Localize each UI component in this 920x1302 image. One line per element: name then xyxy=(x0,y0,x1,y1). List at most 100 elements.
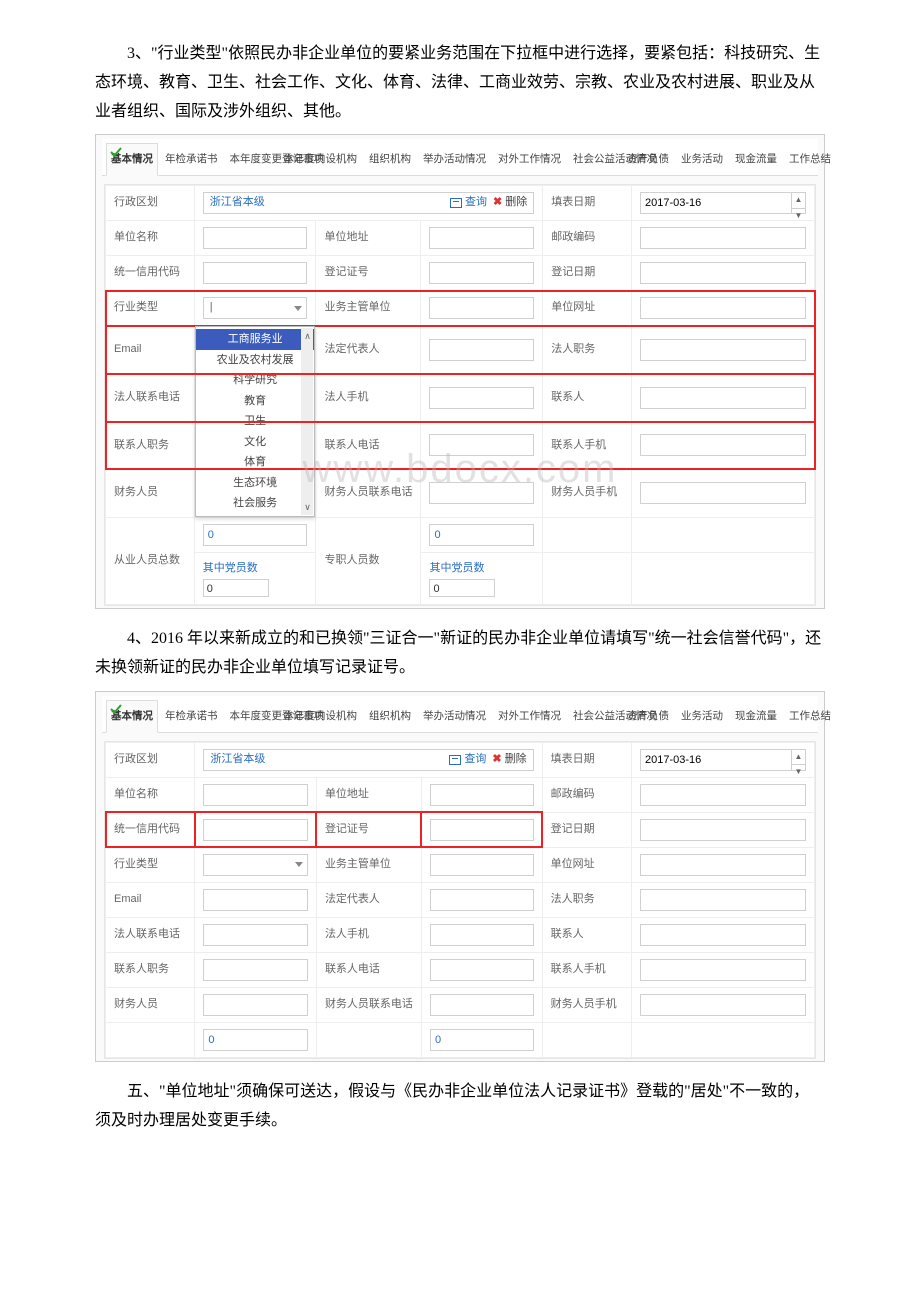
reg-date-input[interactable] xyxy=(640,262,806,284)
tab-cash[interactable]: 现金流量 xyxy=(730,143,782,175)
tab-business[interactable]: 业务活动 xyxy=(676,143,728,175)
party-sub-input[interactable]: 0 xyxy=(203,579,269,597)
unit-name-input[interactable] xyxy=(203,784,308,806)
contact-mobile-input[interactable] xyxy=(640,959,806,981)
region-value: 浙江省本级 xyxy=(210,750,265,770)
dropdown-option[interactable]: 教育 xyxy=(196,391,315,412)
tab-summary[interactable]: 工作总结 xyxy=(784,143,836,175)
tab-org[interactable]: 组织机构 xyxy=(364,700,416,732)
finance-phone-input[interactable] xyxy=(429,482,534,504)
tab-pledge[interactable]: 年检承诺书 xyxy=(160,143,223,175)
chevron-up-icon[interactable]: ▲ xyxy=(792,750,805,765)
supervisor-input[interactable] xyxy=(430,854,534,876)
tab-pledge[interactable]: 年检承诺书 xyxy=(160,700,223,732)
tab-assets[interactable]: 资产负债 xyxy=(622,700,674,732)
tab-activity[interactable]: 举办活动情况 xyxy=(418,143,491,175)
tab-welfare[interactable]: 社会公益活动情况 xyxy=(568,143,620,175)
tab-external[interactable]: 对外工作情况 xyxy=(493,700,566,732)
chevron-up-icon[interactable]: ▲ xyxy=(792,193,805,208)
chevron-down-icon[interactable]: ▼ xyxy=(792,765,805,779)
unit-addr-input[interactable] xyxy=(430,784,534,806)
staff-total-input[interactable] xyxy=(203,1029,308,1051)
unit-name-input[interactable] xyxy=(203,227,308,249)
tab-change[interactable]: 本年度变更登记事项 xyxy=(225,700,277,732)
chevron-up-icon: ∧ xyxy=(304,328,311,344)
tab-cash[interactable]: 现金流量 xyxy=(730,700,782,732)
tab-assets[interactable]: 资产负债 xyxy=(622,143,674,175)
legal-phone-input[interactable] xyxy=(203,924,308,946)
tab-welfare[interactable]: 社会公益活动情况 xyxy=(568,700,620,732)
dropdown-option[interactable]: 科学研究 xyxy=(196,370,315,391)
finance-phone-input[interactable] xyxy=(430,994,534,1016)
finance-mobile-input[interactable] xyxy=(640,994,806,1016)
reg-date-input[interactable] xyxy=(640,819,806,841)
legal-title-input[interactable] xyxy=(640,889,806,911)
website-input[interactable] xyxy=(640,854,806,876)
email-input[interactable] xyxy=(203,889,308,911)
website-input[interactable] xyxy=(640,297,806,319)
contact-input[interactable] xyxy=(640,924,806,946)
finance-input[interactable] xyxy=(203,994,308,1016)
tab-change[interactable]: 本年度变更登记事项 xyxy=(225,143,277,175)
staff-total-input[interactable] xyxy=(203,524,308,546)
legal-rep-input[interactable] xyxy=(429,339,534,361)
credit-code-input[interactable] xyxy=(203,262,308,284)
label-fill-date: 填表日期 xyxy=(542,742,631,777)
scrollbar[interactable]: ∧∨ xyxy=(301,328,313,515)
tab-basic[interactable]: 基本情况 xyxy=(106,143,158,176)
fulltime-input[interactable] xyxy=(429,524,534,546)
fill-date-input[interactable]: ▲▼ xyxy=(640,192,806,214)
dropdown-option[interactable]: 文化 xyxy=(196,432,315,453)
form-table: 行政区划 浙江省本级 查询 ✖删除 填表日期 ▲▼ xyxy=(105,742,815,1058)
query-button[interactable]: 查询 xyxy=(450,193,487,213)
dropdown-option[interactable]: 卫生 xyxy=(196,411,315,432)
chevron-down-icon[interactable]: ▼ xyxy=(792,209,805,223)
industry-dropdown[interactable]: 工商服务业 农业及农村发展 科学研究 教育 卫生 文化 体育 生态环境 社会服务… xyxy=(195,326,316,517)
unit-addr-input[interactable] xyxy=(429,227,534,249)
supervisor-input[interactable] xyxy=(429,297,534,319)
delete-button[interactable]: ✖删除 xyxy=(492,750,526,770)
label-reg-date: 登记日期 xyxy=(542,812,631,847)
label-contact-phone: 联系人电话 xyxy=(316,952,421,987)
tab-business[interactable]: 业务活动 xyxy=(676,700,728,732)
dropdown-option[interactable]: 体育 xyxy=(196,452,315,473)
fulltime-input[interactable] xyxy=(430,1029,534,1051)
tab-external[interactable]: 对外工作情况 xyxy=(493,143,566,175)
label-unit-name: 单位名称 xyxy=(106,777,195,812)
contact-mobile-input[interactable] xyxy=(640,434,806,456)
post-code-input[interactable] xyxy=(640,227,806,249)
dropdown-option[interactable]: 社会服务 xyxy=(196,493,315,514)
industry-combo[interactable] xyxy=(203,854,308,876)
party-sub-input[interactable]: 0 xyxy=(429,579,495,597)
legal-title-input[interactable] xyxy=(640,339,806,361)
finance-mobile-input[interactable] xyxy=(640,482,806,504)
reg-no-input[interactable] xyxy=(429,262,534,284)
contact-phone-input[interactable] xyxy=(429,434,534,456)
tab-internal[interactable]: 本年度内设机构 xyxy=(279,143,363,175)
post-code-input[interactable] xyxy=(640,784,806,806)
query-icon xyxy=(450,198,462,208)
label-contact-phone: 联系人电话 xyxy=(316,422,421,470)
industry-combo[interactable]: | xyxy=(203,297,308,319)
legal-mobile-input[interactable] xyxy=(430,924,534,946)
fill-date-input[interactable]: ▲▼ xyxy=(640,749,806,771)
label-finance-phone: 财务人员联系电话 xyxy=(316,987,421,1022)
contact-phone-input[interactable] xyxy=(430,959,534,981)
contact-title-input[interactable] xyxy=(203,959,308,981)
label-reg-no: 登记证号 xyxy=(316,812,421,847)
dropdown-option[interactable]: 农业及农村发展 xyxy=(196,350,315,371)
tab-internal[interactable]: 本年度内设机构 xyxy=(279,700,363,732)
query-button[interactable]: 查询 xyxy=(449,750,486,770)
legal-rep-input[interactable] xyxy=(430,889,534,911)
reg-no-input[interactable] xyxy=(430,819,534,841)
legal-mobile-input[interactable] xyxy=(429,387,534,409)
dropdown-option[interactable]: 工商服务业 xyxy=(196,329,315,350)
contact-input[interactable] xyxy=(640,387,806,409)
tab-basic[interactable]: 基本情况 xyxy=(106,700,158,733)
tab-summary[interactable]: 工作总结 xyxy=(784,700,836,732)
dropdown-option[interactable]: 生态环境 xyxy=(196,473,315,494)
delete-button[interactable]: ✖删除 xyxy=(493,193,527,213)
tab-org[interactable]: 组织机构 xyxy=(364,143,416,175)
tab-activity[interactable]: 举办活动情况 xyxy=(418,700,491,732)
credit-code-input[interactable] xyxy=(203,819,308,841)
